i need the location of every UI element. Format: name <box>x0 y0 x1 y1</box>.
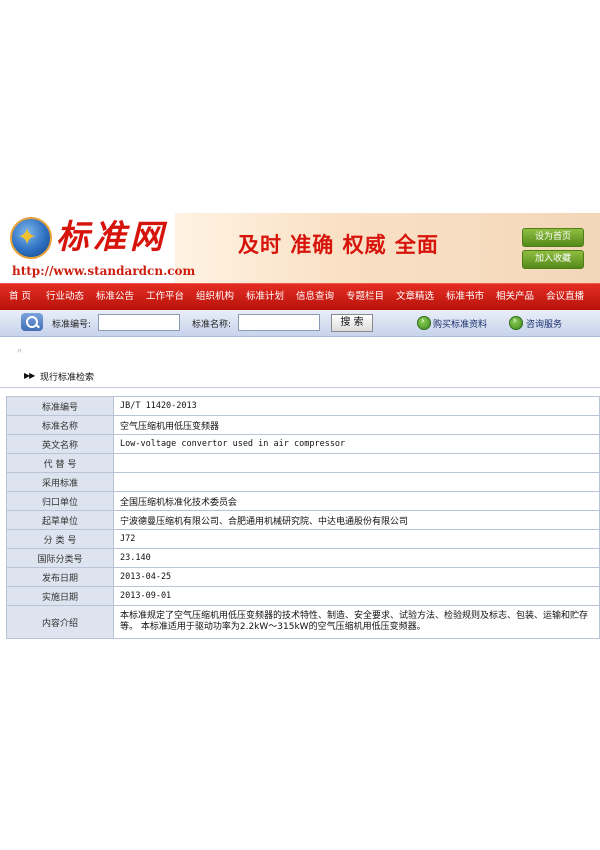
table-row: 英文名称 Low-voltage convertor used in air c… <box>6 434 600 454</box>
nav-item-organizations[interactable]: 组织机构 <box>190 284 240 310</box>
table-row: 代 替 号 <box>6 453 600 473</box>
field-value <box>113 453 600 473</box>
standard-details-table: 标准编号 JB/T 11420-2013 标准名称 空气压缩机用低压变频器 英文… <box>6 396 600 639</box>
set-homepage-button[interactable]: 设为首页 <box>522 228 584 247</box>
site-container: ✦ 标准网 http://www.standardcn.com 及时 准确 权威… <box>0 213 600 639</box>
nav-item-work-platform[interactable]: 工作平台 <box>140 284 190 310</box>
globe-logo-icon[interactable]: ✦ <box>10 217 52 259</box>
standard-name-input[interactable] <box>238 314 320 331</box>
site-url[interactable]: http://www.standardcn.com <box>12 264 195 278</box>
nav-item-featured-articles[interactable]: 文章精选 <box>390 284 440 310</box>
search-bar: 标准编号: 标准名称: 搜 索 › 购买标准资料 › 咨询服务 <box>0 310 600 337</box>
field-label: 发布日期 <box>6 567 114 587</box>
field-value: 2013-09-01 <box>113 586 600 606</box>
arrow-circle-icon: › <box>509 316 523 330</box>
field-label: 代 替 号 <box>6 453 114 473</box>
marker-text: 〃 <box>16 347 23 355</box>
field-value: J72 <box>113 529 600 549</box>
consulting-service-link[interactable]: 咨询服务 <box>526 317 562 330</box>
nav-item-bookstore[interactable]: 标准书市 <box>440 284 490 310</box>
table-row: 国际分类号 23.140 <box>6 548 600 568</box>
table-row: 归口单位 全国压缩机标准化技术委员会 <box>6 491 600 511</box>
field-value <box>113 472 600 492</box>
add-favorite-button[interactable]: 加入收藏 <box>522 250 584 269</box>
table-row: 起草单位 宁波德曼压缩机有限公司、合肥通用机械研究院、中达电通股份有限公司 <box>6 510 600 530</box>
nav-item-special-columns[interactable]: 专题栏目 <box>340 284 390 310</box>
standard-number-input[interactable] <box>98 314 180 331</box>
nav-item-info-query[interactable]: 信息查询 <box>290 284 340 310</box>
field-label: 内容介绍 <box>6 605 114 639</box>
search-icon <box>21 313 43 331</box>
section-title: 现行标准检索 <box>40 373 95 383</box>
field-value: 全国压缩机标准化技术委员会 <box>113 491 600 511</box>
arrow-circle-icon: › <box>417 316 431 330</box>
nav-item-conference-live[interactable]: 会议直播 <box>540 284 590 310</box>
field-value: 23.140 <box>113 548 600 568</box>
table-row: 标准编号 JB/T 11420-2013 <box>6 396 600 416</box>
field-label: 分 类 号 <box>6 529 114 549</box>
nav-item-standard-announcements[interactable]: 标准公告 <box>90 284 140 310</box>
table-row: 内容介绍 本标准规定了空气压缩机用低压变频器的技术特性、制造、安全要求、试验方法… <box>6 605 600 639</box>
double-arrow-icon: ▶▶ <box>24 371 35 380</box>
field-value: 2013-04-25 <box>113 567 600 587</box>
field-label: 归口单位 <box>6 491 114 511</box>
field-value: 空气压缩机用低压变频器 <box>113 415 600 435</box>
section-header: ▶▶ 现行标准检索 <box>0 365 600 388</box>
spacer: 〃 <box>0 337 600 365</box>
field-value: 宁波德曼压缩机有限公司、合肥通用机械研究院、中达电通股份有限公司 <box>113 510 600 530</box>
nav-item-standard-plans[interactable]: 标准计划 <box>240 284 290 310</box>
field-label: 国际分类号 <box>6 548 114 568</box>
field-value: 本标准规定了空气压缩机用低压变频器的技术特性、制造、安全要求、试验方法、检验规则… <box>113 605 600 639</box>
field-label: 起草单位 <box>6 510 114 530</box>
nav-item-industry-news[interactable]: 行业动态 <box>40 284 90 310</box>
field-label: 采用标准 <box>6 472 114 492</box>
field-value: JB/T 11420-2013 <box>113 396 600 416</box>
nav-item-home[interactable]: 首 页 <box>0 284 40 310</box>
header-slogan: 及时 准确 权威 全面 <box>238 233 439 257</box>
table-row: 实施日期 2013-09-01 <box>6 586 600 606</box>
search-button[interactable]: 搜 索 <box>331 314 373 332</box>
table-row: 发布日期 2013-04-25 <box>6 567 600 587</box>
site-logo-text[interactable]: 标准网 <box>56 217 167 257</box>
standard-name-label: 标准名称: <box>192 320 232 330</box>
field-value: Low-voltage convertor used in air compre… <box>113 434 600 454</box>
table-row: 分 类 号 J72 <box>6 529 600 549</box>
nav-item-related-products[interactable]: 相关产品 <box>490 284 540 310</box>
buy-standards-link[interactable]: 购买标准资料 <box>433 317 487 330</box>
field-label: 标准编号 <box>6 396 114 416</box>
field-label: 英文名称 <box>6 434 114 454</box>
field-label: 标准名称 <box>6 415 114 435</box>
table-row: 标准名称 空气压缩机用低压变频器 <box>6 415 600 435</box>
main-nav: 首 页 行业动态 标准公告 工作平台 组织机构 标准计划 信息查询 专题栏目 文… <box>0 283 600 310</box>
field-label: 实施日期 <box>6 586 114 606</box>
standard-number-label: 标准编号: <box>52 320 92 330</box>
table-row: 采用标准 <box>6 472 600 492</box>
site-header: ✦ 标准网 http://www.standardcn.com 及时 准确 权威… <box>0 213 600 283</box>
